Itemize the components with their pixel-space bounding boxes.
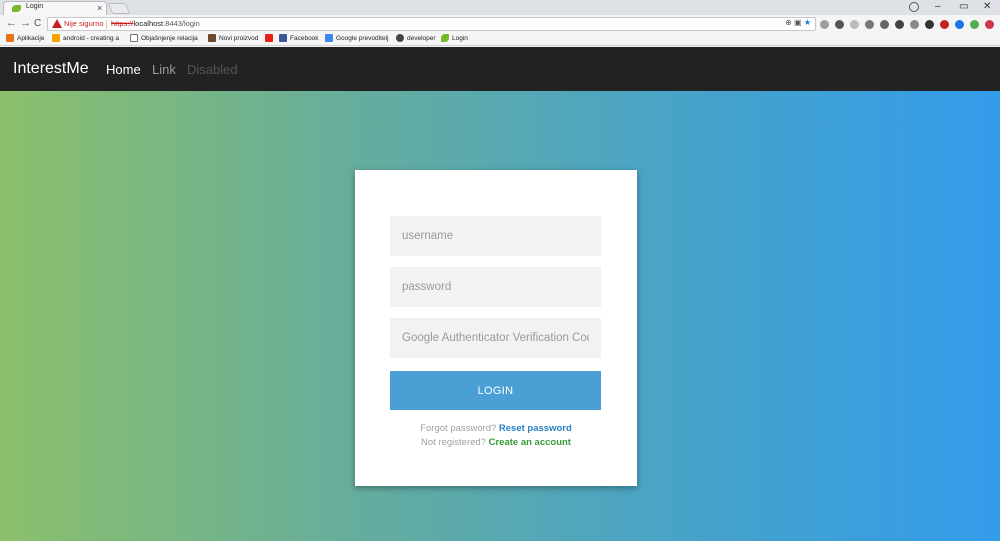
page-icon xyxy=(130,34,138,42)
bookmark-youtube[interactable] xyxy=(265,34,273,42)
nav-link-disabled: Disabled xyxy=(187,62,238,77)
leaf-icon xyxy=(12,5,21,12)
bookmark-label: Facebook xyxy=(290,34,319,42)
security-indicator[interactable]: Nije sigurno xyxy=(64,19,104,28)
leaf-icon xyxy=(441,34,449,42)
bookmark-label: Objašnjenje relacija xyxy=(141,34,198,42)
bookmark-google-translate[interactable]: Google prevoditelj xyxy=(325,34,388,42)
bookmark-label: Novi proizvod xyxy=(219,34,259,42)
extension-icon[interactable] xyxy=(895,19,904,29)
warning-icon xyxy=(52,19,62,28)
forgot-password-row: Forgot password? Reset password xyxy=(355,423,637,434)
extension-icon[interactable] xyxy=(850,19,859,29)
bookmark-star-icon[interactable]: ★ xyxy=(804,18,811,27)
bookmark-objasnjenje[interactable]: Objašnjenje relacija xyxy=(130,34,198,42)
extension-icon[interactable] xyxy=(940,19,949,29)
username-input[interactable] xyxy=(390,216,601,256)
password-input[interactable] xyxy=(390,267,601,307)
nav-link-link[interactable]: Link xyxy=(152,62,176,77)
forgot-password-text: Forgot password? xyxy=(420,423,497,434)
profile-icon[interactable] xyxy=(909,2,919,12)
bookmarks-bar: Aplikacije android - creating a Objašnje… xyxy=(0,33,1000,46)
gear-icon xyxy=(396,34,404,42)
bookmark-apps[interactable]: Aplikacije xyxy=(6,34,44,42)
back-button[interactable]: ← xyxy=(6,17,17,30)
product-icon xyxy=(208,34,216,42)
bookmark-login[interactable]: Login xyxy=(441,34,468,42)
youtube-icon xyxy=(265,34,273,42)
bookmark-label: Google prevoditelj xyxy=(336,34,389,42)
browser-tab-login[interactable]: Login × xyxy=(3,1,107,15)
url-text[interactable]: https://localhost:8443/login xyxy=(111,19,200,28)
bookmark-novi-proizvod[interactable]: Novi proizvod xyxy=(208,34,258,42)
apps-grid-icon xyxy=(6,34,14,42)
close-window-button[interactable]: ✕ xyxy=(983,0,991,13)
extension-icon[interactable] xyxy=(910,19,919,29)
browser-toolbar: ← → C Nije sigurno https://localhost:844… xyxy=(0,15,1000,33)
stackoverflow-icon xyxy=(52,34,60,42)
restore-button[interactable]: ▭ xyxy=(959,0,968,13)
login-card: LOGIN Forgot password? Reset password No… xyxy=(355,170,637,486)
translate-icon xyxy=(325,34,333,42)
extension-icon[interactable] xyxy=(880,19,889,29)
reload-button[interactable]: C xyxy=(34,17,41,30)
bookmark-label: Aplikacije xyxy=(17,34,45,42)
url-host: localhost xyxy=(133,19,164,28)
login-button[interactable]: LOGIN xyxy=(390,371,601,410)
nav-link-home[interactable]: Home xyxy=(106,62,141,77)
new-tab-button[interactable] xyxy=(107,3,131,14)
bookmark-facebook[interactable]: Facebook xyxy=(279,34,319,42)
omnibox-actions: ⊕ ▣ ★ xyxy=(785,18,811,27)
create-account-link[interactable]: Create an account xyxy=(489,437,571,448)
extension-icon[interactable] xyxy=(985,19,994,29)
register-row: Not registered? Create an account xyxy=(355,437,637,448)
not-registered-text: Not registered? xyxy=(421,437,486,448)
extension-icon[interactable] xyxy=(835,19,844,29)
minimize-button[interactable]: – xyxy=(935,0,941,13)
bookmark-label: Login xyxy=(452,34,468,42)
url-scheme: https:// xyxy=(111,19,134,28)
app-navbar: InterestMe Home Link Disabled xyxy=(0,47,1000,91)
extension-icon[interactable] xyxy=(955,19,964,29)
forward-button[interactable]: → xyxy=(20,17,31,30)
facebook-icon xyxy=(279,34,287,42)
address-bar[interactable]: Nije sigurno https://localhost:8443/logi… xyxy=(47,17,816,31)
verification-code-input[interactable] xyxy=(390,318,601,358)
bookmark-label: android - creating a xyxy=(63,34,120,42)
brand-logo[interactable]: InterestMe xyxy=(13,60,89,78)
extensions-area: ⋮ xyxy=(820,18,1000,30)
tab-close-icon[interactable]: × xyxy=(97,2,102,14)
extension-icon[interactable] xyxy=(820,19,829,29)
extension-icon[interactable] xyxy=(970,19,979,29)
extension-icon[interactable] xyxy=(865,19,874,29)
reset-password-link[interactable]: Reset password xyxy=(499,423,572,434)
omnibox-divider xyxy=(106,20,107,29)
zoom-translate-icons[interactable]: ⊕ ▣ xyxy=(785,18,801,27)
tab-title: Login xyxy=(26,3,44,10)
extension-icon[interactable] xyxy=(925,19,934,29)
bookmark-developer[interactable]: developer xyxy=(396,34,436,42)
url-path: :8443/login xyxy=(163,19,200,28)
browser-tabstrip: Login × – ▭ ✕ xyxy=(0,0,1000,15)
bookmark-android[interactable]: android - creating a xyxy=(52,34,119,42)
page-background: LOGIN Forgot password? Reset password No… xyxy=(0,91,1000,541)
bookmark-label: developer xyxy=(407,34,436,42)
